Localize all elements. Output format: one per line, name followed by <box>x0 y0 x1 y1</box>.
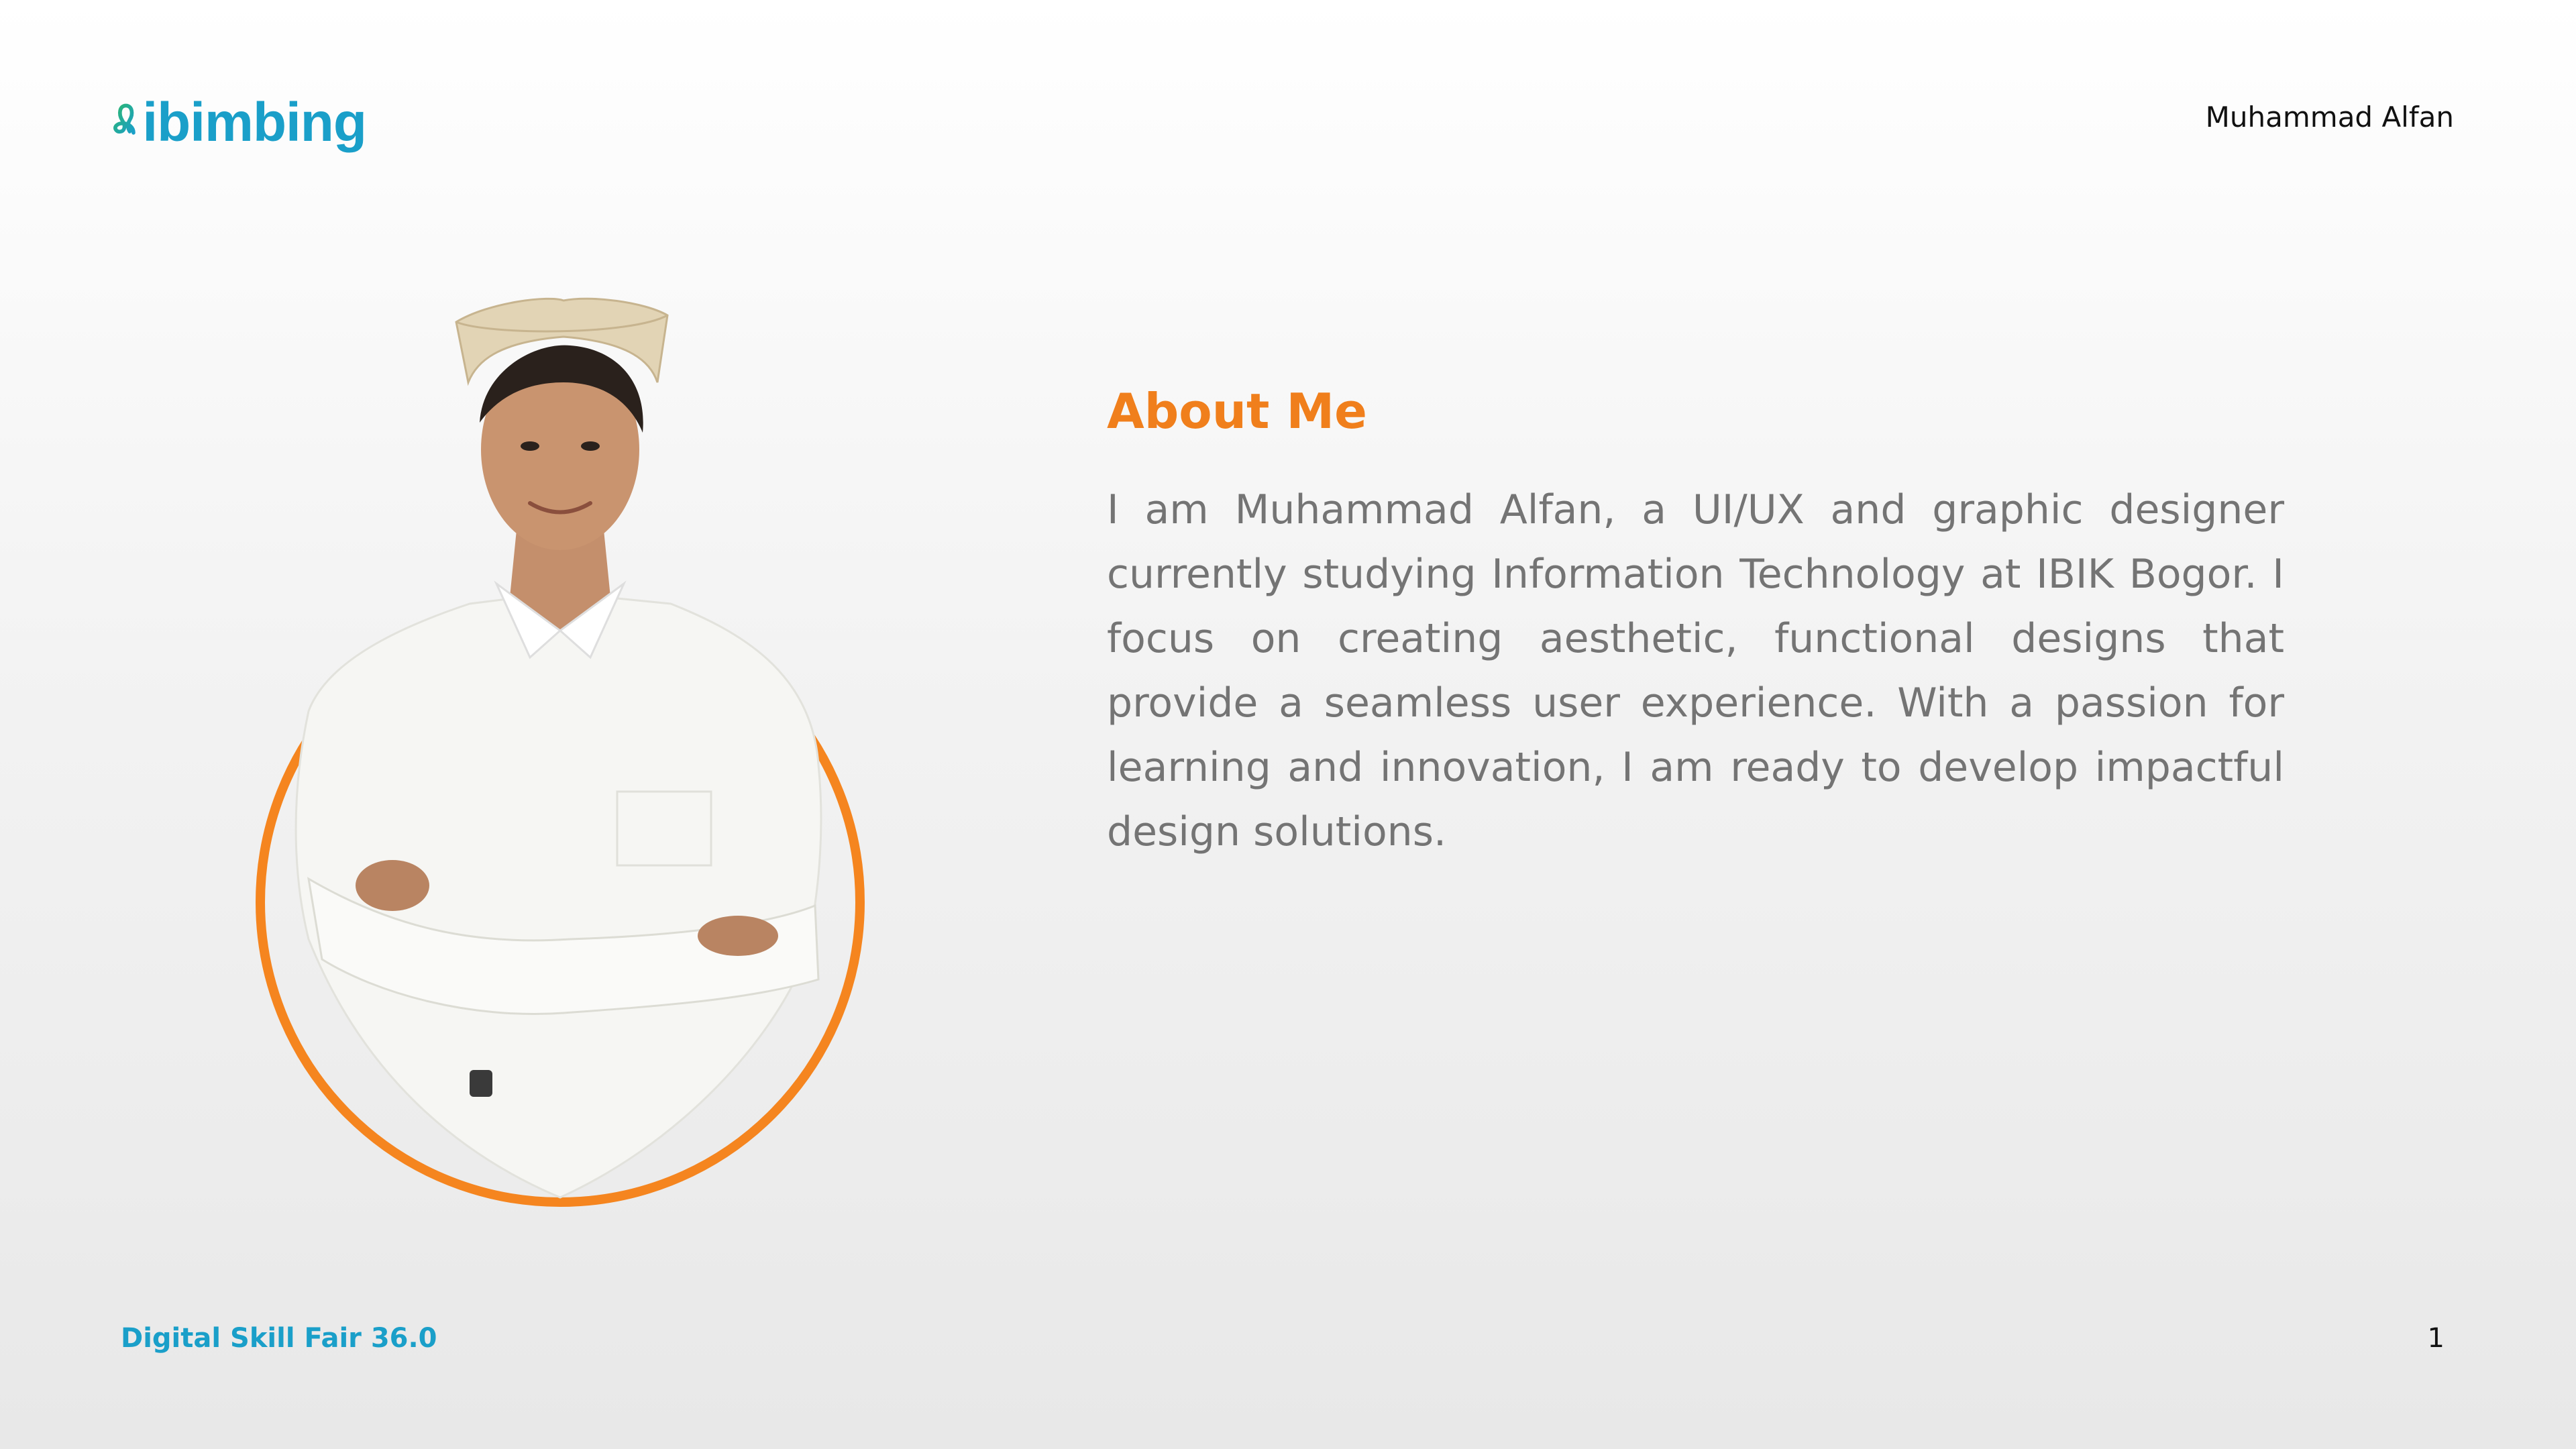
ibimbing-logo: ibimbing <box>111 80 367 161</box>
profile-photo <box>255 282 865 1208</box>
header-author-name: Muhammad Alfan <box>2205 101 2454 133</box>
footer-event-name: Digital Skill Fair 36.0 <box>121 1323 437 1354</box>
about-section: About Me I am Muhammad Alfan, a UI/UX an… <box>1107 382 2284 864</box>
ibimbing-logo-mark-icon <box>113 103 136 135</box>
profile-illustration <box>256 297 865 1207</box>
about-body: I am Muhammad Alfan, a UI/UX and graphic… <box>1107 486 2284 856</box>
logo-text: ibimbing <box>142 92 367 153</box>
page-number: 1 <box>2427 1323 2445 1354</box>
about-title: About Me <box>1107 383 1367 439</box>
